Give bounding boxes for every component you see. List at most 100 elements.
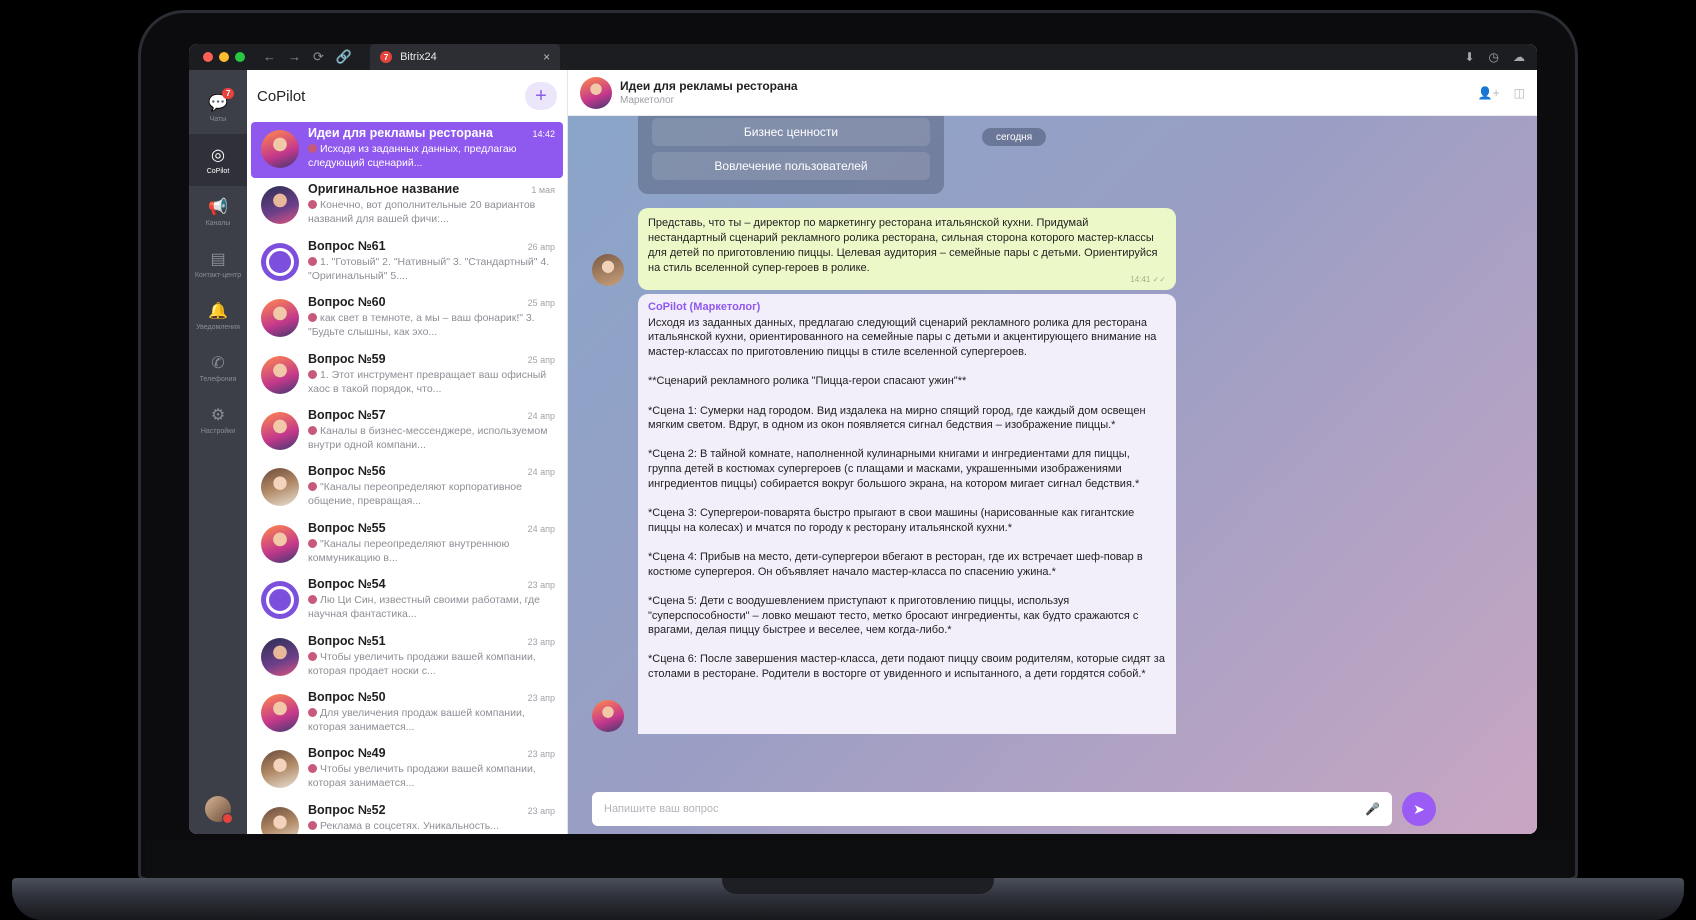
list-item[interactable]: Оригинальное название 1 мая Конечно, вот д… bbox=[251, 178, 563, 234]
bot-message-paragraph: *Сцена 5: Дети с воодушевлением приступа… bbox=[648, 594, 1139, 637]
avatar bbox=[261, 355, 299, 394]
list-item[interactable]: Вопрос №52 23 апр Реклама в соцсетях. Уник… bbox=[251, 799, 563, 834]
bell-icon: 🔔 bbox=[208, 303, 228, 320]
rail-item-chats[interactable]: 💬 7 Чаты bbox=[189, 82, 247, 134]
chat-item-title: Вопрос №51 bbox=[308, 633, 386, 648]
bot-message-paragraph: *Сцена 4: Прибыв на место, дети-супергер… bbox=[648, 550, 1143, 578]
rail-label: Чаты bbox=[209, 116, 227, 123]
chat-item-title: Вопрос №54 bbox=[308, 577, 386, 592]
contact-center-icon: ▤ bbox=[210, 251, 226, 268]
list-item[interactable]: Идеи для рекламы ресторана 14:42 Исходя из… bbox=[251, 122, 563, 179]
avatar bbox=[261, 468, 299, 507]
send-button[interactable]: ➤ bbox=[1402, 792, 1436, 826]
rail-label: Каналы bbox=[205, 220, 231, 227]
rail-item-notifications[interactable]: 🔔 Уведомления bbox=[189, 290, 247, 342]
forward-icon[interactable]: → bbox=[288, 49, 301, 65]
rail-item-copilot[interactable]: ◎ CoPilot bbox=[189, 134, 247, 186]
download-icon[interactable]: ⬇ bbox=[1464, 50, 1474, 64]
cloud-icon[interactable]: ☁ bbox=[1513, 50, 1525, 64]
maximize-window-button[interactable] bbox=[235, 52, 245, 62]
rail-label: Настройки bbox=[200, 428, 236, 435]
sender-mini-avatar bbox=[308, 256, 317, 266]
chat-item-title: Вопрос №61 bbox=[308, 238, 386, 253]
chat-item-preview: "Каналы переопределяют корпоративное общ… bbox=[308, 481, 522, 508]
avatar bbox=[261, 637, 299, 676]
close-icon[interactable]: × bbox=[543, 50, 550, 64]
sender-mini-avatar bbox=[308, 425, 317, 435]
rail-label: Телефония bbox=[199, 376, 237, 383]
chat-item-title: Вопрос №49 bbox=[308, 746, 386, 761]
sender-mini-avatar bbox=[308, 764, 317, 774]
minimize-window-button[interactable] bbox=[219, 52, 229, 62]
chat-list-header: CoPilot + bbox=[247, 70, 567, 122]
send-icon: ➤ bbox=[1413, 800, 1425, 817]
laptop-notch bbox=[722, 878, 994, 894]
rail-item-telephony[interactable]: ✆ Телефония bbox=[189, 342, 247, 394]
avatar bbox=[261, 186, 299, 225]
chat-item-time: 24 апр bbox=[527, 410, 555, 421]
chat-item-time: 23 апр bbox=[527, 692, 555, 703]
rail-item-settings[interactable]: ⚙ Настройки bbox=[189, 394, 247, 446]
chat-item-title: Вопрос №50 bbox=[308, 689, 386, 704]
laptop-chin bbox=[145, 840, 1571, 878]
avatar bbox=[261, 130, 299, 168]
chat-item-time: 26 апр bbox=[527, 241, 555, 252]
rail-badge: 7 bbox=[222, 88, 235, 99]
microphone-icon[interactable]: 🎤 bbox=[1365, 802, 1380, 816]
avatar bbox=[261, 581, 299, 620]
bot-message-paragraph: **Сценарий рекламного ролика "Пицца-геро… bbox=[648, 375, 967, 388]
reload-icon[interactable]: ⟳ bbox=[313, 49, 324, 65]
bot-message-paragraph: *Сцена 6: После завершения мастер-класса… bbox=[648, 653, 1165, 681]
list-item[interactable]: Вопрос №49 23 апр Чтобы увеличить продажи … bbox=[251, 742, 563, 798]
keyboard-button-user-engagement[interactable]: Вовлечение пользователей bbox=[652, 152, 930, 180]
chat-item-time: 1 мая bbox=[531, 185, 555, 196]
bot-message-paragraph: *Сцена 3: Супергерои-поварята быстро пры… bbox=[648, 507, 1135, 534]
chat-item-time: 25 апр bbox=[527, 298, 555, 309]
sender-mini-avatar bbox=[308, 538, 317, 548]
user-avatar[interactable] bbox=[205, 796, 233, 824]
list-item[interactable]: Вопрос №54 23 апр Лю Ци Син, известный сво… bbox=[251, 573, 563, 629]
list-item[interactable]: Вопрос №51 23 апр Чтобы увеличить продажи … bbox=[251, 630, 563, 686]
history-icon[interactable]: ◷ bbox=[1489, 50, 1499, 64]
keyboard-button-business-values[interactable]: Бизнес ценности bbox=[652, 118, 930, 146]
list-item[interactable]: Вопрос №55 24 апр "Каналы переопределяют в… bbox=[251, 517, 563, 573]
megaphone-icon: 📢 bbox=[208, 199, 228, 216]
link-icon[interactable]: 🔗 bbox=[336, 49, 352, 65]
message-input[interactable] bbox=[604, 803, 1366, 815]
date-divider: сегодня bbox=[982, 128, 1047, 146]
list-item[interactable]: Вопрос №61 26 апр 1. "Готовый" 2. "Нативны… bbox=[251, 235, 563, 291]
avatar bbox=[261, 693, 299, 732]
chat-item-time: 23 апр bbox=[527, 580, 555, 591]
chat-item-preview: Конечно, вот дополнительные 20 вариантов… bbox=[308, 199, 536, 226]
list-item[interactable]: Вопрос №59 25 апр 1. Этот инструмент превр… bbox=[251, 348, 563, 404]
list-item[interactable]: Вопрос №50 23 апр Для увеличения продаж ва… bbox=[251, 686, 563, 742]
chat-header-actions: 👤+ ◫ bbox=[1478, 86, 1525, 100]
sidebar-toggle-icon[interactable]: ◫ bbox=[1514, 86, 1525, 100]
chat-item-title: Вопрос №57 bbox=[308, 407, 386, 422]
browser-tab[interactable]: 7 Bitrix24 × bbox=[370, 44, 561, 70]
rail-item-contact-center[interactable]: ▤ Контакт-центр bbox=[189, 238, 247, 290]
chat-avatar[interactable] bbox=[580, 76, 612, 109]
close-window-button[interactable] bbox=[203, 52, 213, 62]
user-message-text: Представь, что ты – директор по маркетин… bbox=[648, 217, 1158, 274]
list-item[interactable]: Вопрос №56 24 апр "Каналы переопределяют к… bbox=[251, 460, 563, 516]
rail-item-channels[interactable]: 📢 Каналы bbox=[189, 186, 247, 238]
avatar bbox=[261, 750, 299, 789]
bot-message-paragraph: Исходя из заданных данных, предлагаю сле… bbox=[648, 316, 1157, 359]
chat-item-preview: Исходя из заданных данных, предлагаю сле… bbox=[308, 143, 517, 169]
tab-title: Bitrix24 bbox=[400, 51, 437, 63]
sender-mini-avatar bbox=[308, 595, 317, 605]
add-user-icon[interactable]: 👤+ bbox=[1478, 86, 1500, 100]
new-chat-button[interactable]: + bbox=[525, 82, 557, 110]
browser-toolbar-right: ⬇ ◷ ☁ bbox=[1464, 50, 1525, 64]
chat-item-preview: Чтобы увеличить продажи вашей компании, … bbox=[308, 763, 536, 790]
avatar bbox=[261, 806, 299, 834]
user-message-avatar bbox=[592, 254, 624, 286]
browser-bar: ← → ⟳ 🔗 7 Bitrix24 × ⬇ ◷ ☁ bbox=[189, 44, 1537, 70]
list-item[interactable]: Вопрос №60 25 апр как свет в темноте, а мы… bbox=[251, 291, 563, 347]
chat-list-panel: CoPilot + Идеи для рекламы ресторана 14:4… bbox=[247, 70, 568, 834]
list-item[interactable]: Вопрос №57 24 апр Каналы в бизнес-мессендж… bbox=[251, 404, 563, 460]
avatar bbox=[261, 411, 299, 450]
back-icon[interactable]: ← bbox=[263, 49, 276, 65]
bot-message-paragraph: *Сцена 1: Сумерки над городом. Вид издал… bbox=[648, 404, 1146, 432]
